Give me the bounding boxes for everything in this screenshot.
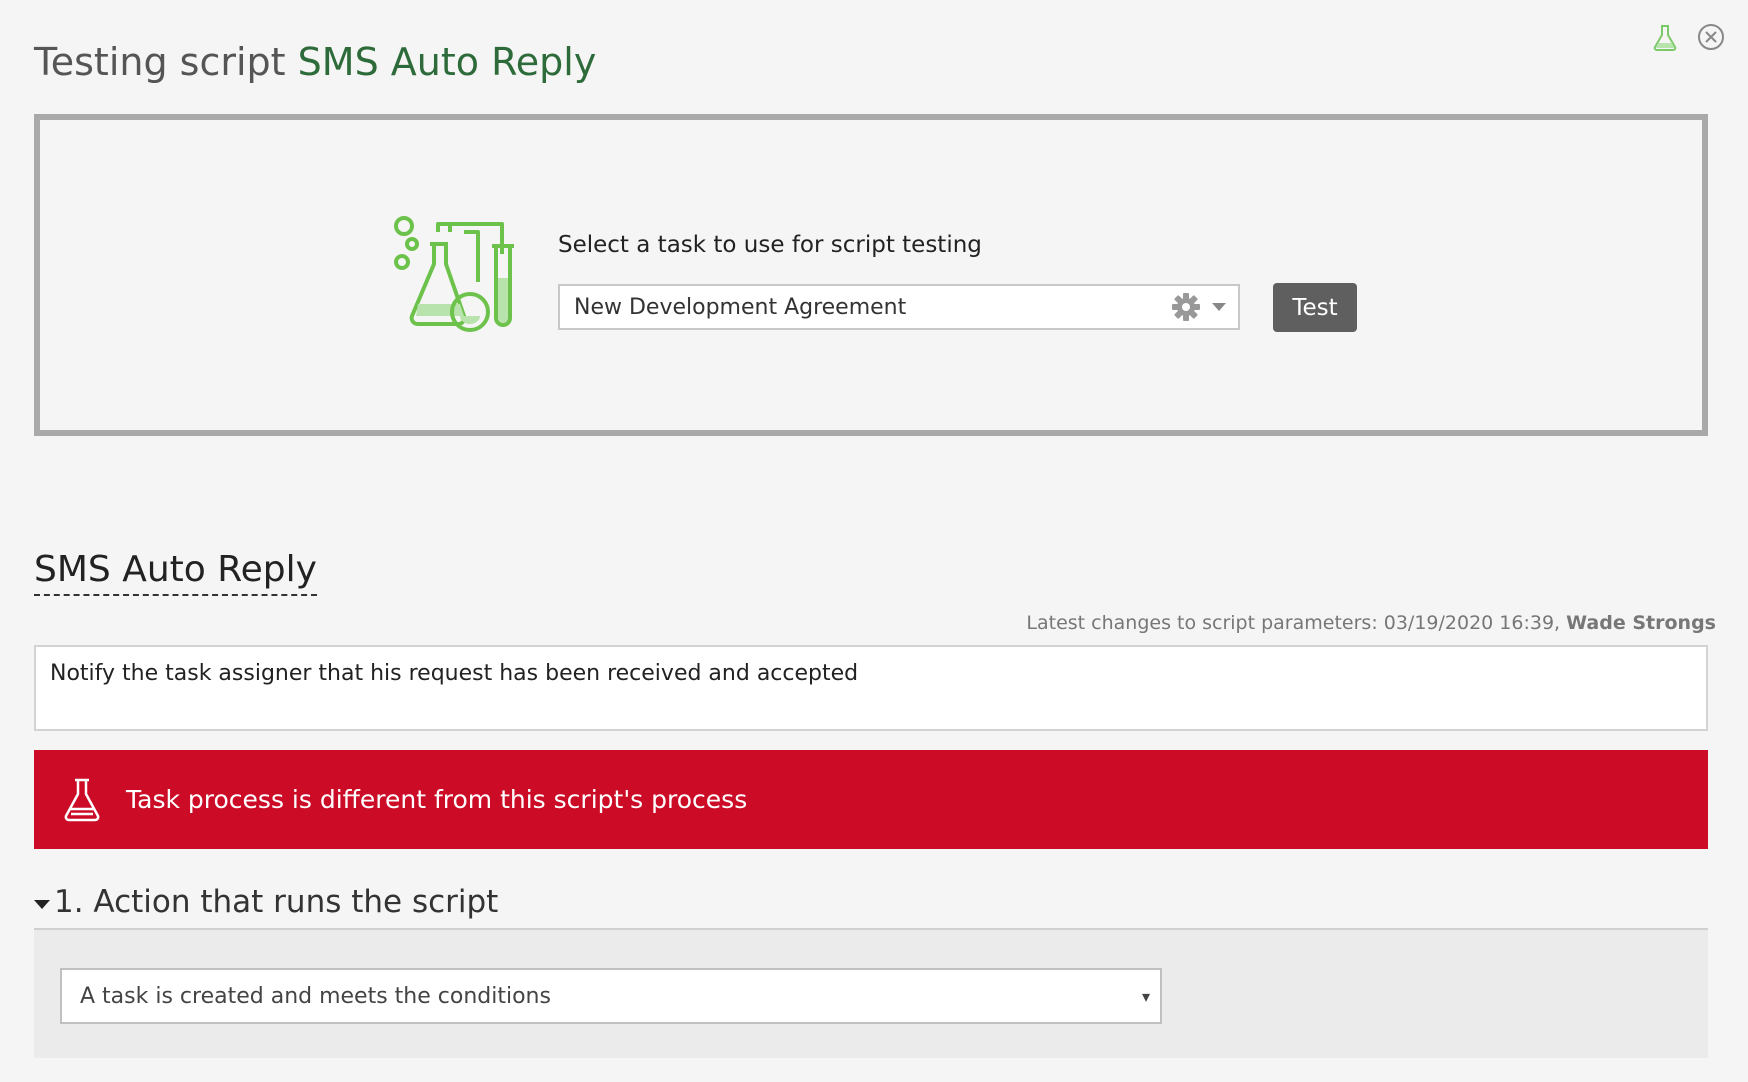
script-description-field[interactable]: Notify the task assigner that his reques…	[34, 645, 1708, 731]
gear-icon[interactable]	[1170, 291, 1202, 323]
section-action-header[interactable]: 1. Action that runs the script	[34, 880, 1708, 930]
section-action-body: A task is created and meets the conditio…	[34, 930, 1708, 1058]
test-button[interactable]: Test	[1273, 283, 1357, 332]
process-mismatch-alert: Task process is different from this scri…	[34, 750, 1708, 849]
close-circle-icon[interactable]	[1696, 22, 1726, 52]
section-title: 1. Action that runs the script	[54, 884, 499, 920]
latest-changes-user: Wade Strongs	[1566, 612, 1716, 634]
title-script-name: SMS Auto Reply	[297, 40, 597, 84]
top-right-toolbar	[1650, 22, 1726, 52]
task-test-panel: Select a task to use for script testing …	[34, 114, 1708, 436]
page-title: Testing script SMS Auto Reply	[34, 40, 596, 84]
task-select[interactable]: New Development Agreement	[558, 284, 1240, 330]
task-select-value: New Development Agreement	[574, 294, 907, 320]
latest-changes: Latest changes to script parameters: 03/…	[1026, 612, 1716, 634]
caret-down-icon[interactable]	[1212, 303, 1226, 311]
collapse-triangle-icon[interactable]	[34, 900, 50, 909]
title-prefix: Testing script	[34, 40, 286, 84]
flask-icon	[60, 776, 104, 824]
latest-changes-label: Latest changes to script parameters: 03/…	[1026, 612, 1561, 634]
action-select[interactable]: A task is created and meets the conditio…	[60, 968, 1162, 1024]
script-name-heading[interactable]: SMS Auto Reply	[34, 548, 317, 596]
flask-icon[interactable]	[1650, 22, 1680, 52]
alert-message: Task process is different from this scri…	[126, 785, 748, 814]
action-select-value: A task is created and meets the conditio…	[80, 983, 551, 1009]
select-task-label: Select a task to use for script testing	[558, 232, 982, 258]
lab-flasks-icon	[394, 216, 524, 346]
dropdown-arrow-icon: ▾	[1141, 986, 1150, 1006]
